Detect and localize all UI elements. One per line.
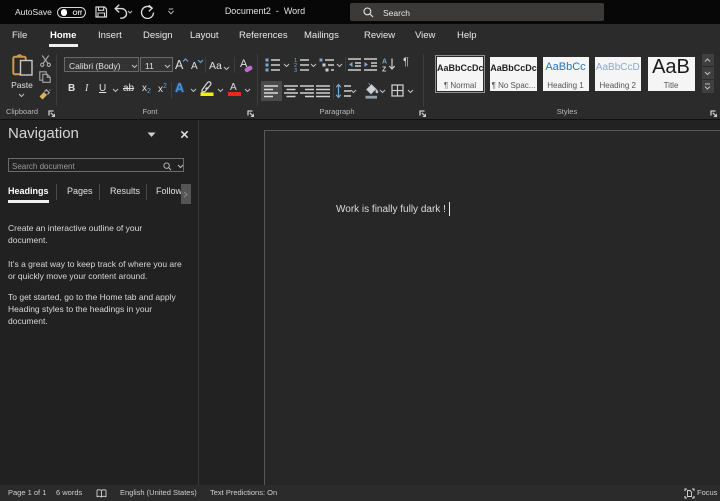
svg-text:A: A — [382, 59, 387, 66]
svg-text:3: 3 — [294, 68, 297, 72]
svg-text:Z: Z — [382, 67, 387, 73]
